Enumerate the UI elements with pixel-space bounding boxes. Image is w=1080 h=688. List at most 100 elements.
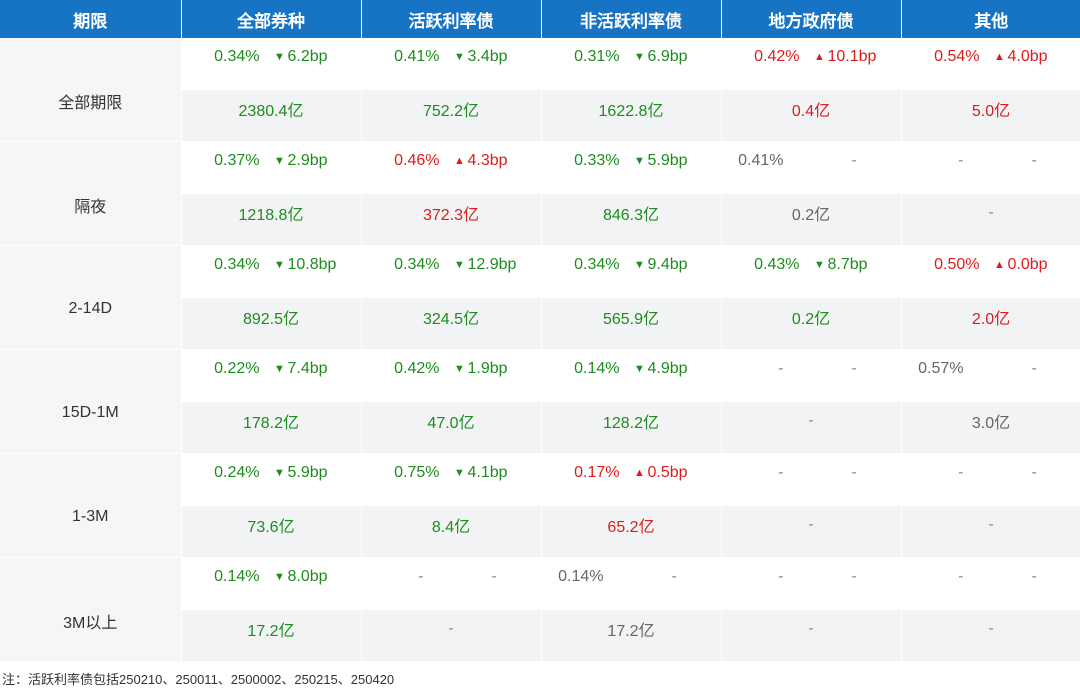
period-cell: 15D-1M [0, 349, 182, 454]
rate-change: 4.1bp [467, 463, 508, 481]
amount-value: - [808, 619, 814, 637]
amount-value: - [988, 515, 994, 533]
amount-value: 324.5亿 [422, 310, 480, 328]
amount-cell: 2380.4亿 [181, 89, 362, 142]
period-cell: 全部期限 [0, 38, 182, 142]
period-label: 1-3M [72, 507, 109, 525]
rate-cell: 0.14% ▼ 8.0bp [181, 557, 362, 610]
amount-value: 752.2亿 [422, 102, 480, 120]
rate-change: 4.0bp [1007, 47, 1048, 65]
triangle-up-icon: ▲ [994, 258, 1005, 271]
rate-value: - [958, 567, 964, 585]
rate-cell: 0.34% ▼ 9.4bp [541, 245, 722, 298]
amount-value: 0.2亿 [791, 206, 831, 224]
rate-change: 2.9bp [287, 151, 328, 169]
header-period: 期限 [0, 0, 182, 38]
rate-change: - [851, 567, 857, 585]
rate-value: 0.14% [214, 567, 260, 585]
amount-cell: 565.9亿 [541, 297, 722, 350]
triangle-down-icon: ▼ [454, 258, 465, 271]
period-cell: 1-3M [0, 453, 182, 558]
amount-value: 846.3亿 [602, 206, 660, 224]
rate-cell: 0.22% ▼ 7.4bp [181, 349, 362, 402]
rate-cell: 0.43% ▼ 8.7bp [721, 245, 902, 298]
rate-value: - [778, 567, 784, 585]
amount-cell: 2.0亿 [901, 297, 1080, 350]
rate-change: 4.9bp [647, 359, 688, 377]
triangle-down-icon: ▼ [274, 258, 285, 271]
triangle-down-icon: ▼ [634, 258, 645, 271]
rate-cell: 0.57% - [901, 349, 1080, 402]
amount-value: 2380.4亿 [238, 102, 304, 120]
rate-change: - [851, 463, 857, 481]
rate-change: 5.9bp [287, 463, 328, 481]
amount-cell: 73.6亿 [181, 505, 362, 558]
rate-value: 0.34% [394, 255, 440, 273]
amount-value: 65.2亿 [607, 518, 655, 536]
rate-cell: -- [901, 453, 1080, 506]
rate-change: 8.7bp [827, 255, 868, 273]
period-cell: 2-14D [0, 245, 182, 350]
rate-value: - [958, 463, 964, 481]
amount-cell: 752.2亿 [361, 89, 542, 142]
rate-value: 0.34% [574, 255, 620, 273]
rate-value: 0.22% [214, 359, 260, 377]
rate-change: 6.9bp [647, 47, 688, 65]
amount-cell: - [901, 505, 1080, 558]
rate-cell: -- [721, 453, 902, 506]
rate-value: 0.31% [574, 47, 620, 65]
triangle-down-icon: ▼ [274, 50, 285, 63]
amount-value: 2.0亿 [971, 310, 1011, 328]
rate-value: 0.24% [214, 463, 260, 481]
triangle-down-icon: ▼ [454, 362, 465, 375]
amount-cell: 128.2亿 [541, 401, 722, 454]
amount-value: 73.6亿 [247, 518, 295, 536]
triangle-down-icon: ▼ [274, 570, 285, 583]
period-label: 全部期限 [58, 94, 123, 112]
amount-cell: 5.0亿 [901, 89, 1080, 142]
amount-value: 128.2亿 [602, 414, 660, 432]
amount-value: - [988, 203, 994, 221]
table-row: 隔夜 0.37% ▼ 2.9bp 0.46% ▲ 4.3bp 0.33% ▼ 5.9bp 0.41%… [0, 141, 1080, 246]
repo-rate-table: 期限 全部券种 活跃利率债 非活跃利率债 地方政府债 其他 全部期限 0.34% ▼… [0, 0, 1080, 662]
rate-cell: 0.33% ▼ 5.9bp [541, 141, 722, 194]
rate-value: - [778, 359, 784, 377]
rate-value: - [958, 151, 964, 169]
triangle-down-icon: ▼ [454, 466, 465, 479]
footnote: 注：活跃利率债包括250210、250011、2500002、250215、25… [2, 672, 395, 687]
amount-cell: 8.4亿 [361, 505, 542, 558]
rate-value: 0.41% [738, 151, 784, 169]
amount-value: 1622.8亿 [598, 102, 664, 120]
period-label: 15D-1M [61, 403, 119, 421]
amount-cell: 1218.8亿 [181, 193, 362, 246]
amount-cell: 1622.8亿 [541, 89, 722, 142]
amount-value: 178.2亿 [242, 414, 300, 432]
triangle-down-icon: ▼ [634, 50, 645, 63]
amount-cell: 372.3亿 [361, 193, 542, 246]
amount-value: 1218.8亿 [238, 206, 304, 224]
rate-value: 0.41% [394, 47, 440, 65]
rate-change: - [1031, 463, 1037, 481]
amount-cell: 3.0亿 [901, 401, 1080, 454]
amount-cell: - [901, 609, 1080, 662]
amount-cell: 47.0亿 [361, 401, 542, 454]
amount-cell: 17.2亿 [181, 609, 362, 662]
period-cell: 隔夜 [0, 141, 182, 246]
rate-cell: -- [721, 349, 902, 402]
rate-change: 6.2bp [287, 47, 328, 65]
rate-change: 10.1bp [827, 47, 877, 65]
rate-value: 0.57% [918, 359, 964, 377]
rate-value: 0.50% [934, 255, 980, 273]
triangle-down-icon: ▼ [274, 362, 285, 375]
rate-cell: 0.46% ▲ 4.3bp [361, 141, 542, 194]
rate-value: 0.54% [934, 47, 980, 65]
triangle-down-icon: ▼ [274, 466, 285, 479]
rate-cell: 0.14% - [541, 557, 722, 610]
amount-value: 892.5亿 [242, 310, 300, 328]
amount-cell: - [721, 505, 902, 558]
amount-cell: 65.2亿 [541, 505, 722, 558]
rate-change: 9.4bp [647, 255, 688, 273]
rate-cell: 0.34% ▼ 10.8bp [181, 245, 362, 298]
rate-change: - [1031, 151, 1037, 169]
rate-change: 10.8bp [287, 255, 337, 273]
